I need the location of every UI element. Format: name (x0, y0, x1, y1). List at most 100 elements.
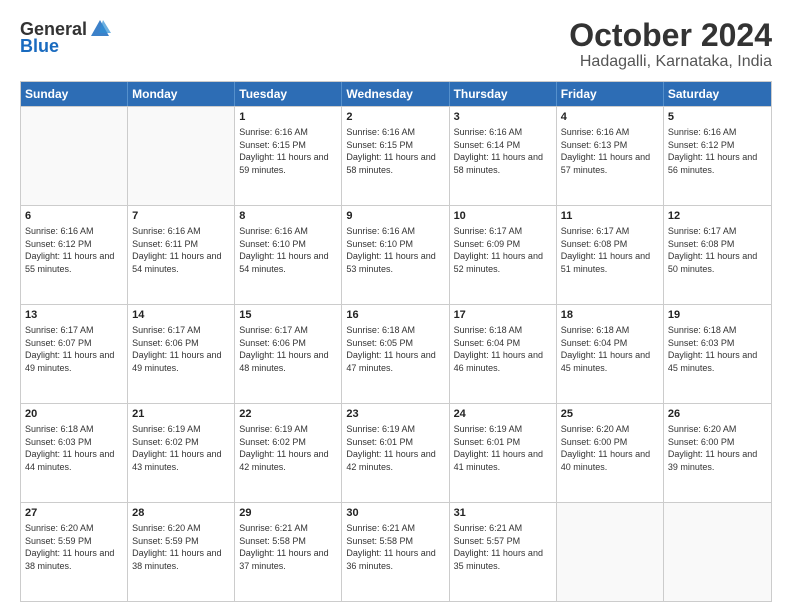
table-row: 17Sunrise: 6:18 AMSunset: 6:04 PMDayligh… (450, 305, 557, 403)
day-number: 26 (668, 407, 767, 422)
day-number: 13 (25, 308, 123, 323)
table-row: 24Sunrise: 6:19 AMSunset: 6:01 PMDayligh… (450, 404, 557, 502)
month-title: October 2024 (569, 18, 772, 53)
cell-info: Sunrise: 6:20 AMSunset: 5:59 PMDaylight:… (25, 522, 123, 572)
day-number: 14 (132, 308, 230, 323)
table-row: 19Sunrise: 6:18 AMSunset: 6:03 PMDayligh… (664, 305, 771, 403)
logo-icon (89, 18, 111, 40)
cell-info: Sunrise: 6:19 AMSunset: 6:02 PMDaylight:… (239, 423, 337, 473)
day-number: 23 (346, 407, 444, 422)
day-number: 3 (454, 110, 552, 125)
cell-info: Sunrise: 6:17 AMSunset: 6:09 PMDaylight:… (454, 225, 552, 275)
cell-info: Sunrise: 6:18 AMSunset: 6:03 PMDaylight:… (668, 324, 767, 374)
table-row: 1Sunrise: 6:16 AMSunset: 6:15 PMDaylight… (235, 107, 342, 205)
table-row (557, 503, 664, 601)
table-row: 21Sunrise: 6:19 AMSunset: 6:02 PMDayligh… (128, 404, 235, 502)
table-row: 8Sunrise: 6:16 AMSunset: 6:10 PMDaylight… (235, 206, 342, 304)
cell-info: Sunrise: 6:19 AMSunset: 6:02 PMDaylight:… (132, 423, 230, 473)
day-number: 1 (239, 110, 337, 125)
day-number: 16 (346, 308, 444, 323)
header-thursday: Thursday (450, 82, 557, 106)
table-row: 5Sunrise: 6:16 AMSunset: 6:12 PMDaylight… (664, 107, 771, 205)
table-row: 11Sunrise: 6:17 AMSunset: 6:08 PMDayligh… (557, 206, 664, 304)
cell-info: Sunrise: 6:17 AMSunset: 6:07 PMDaylight:… (25, 324, 123, 374)
day-number: 15 (239, 308, 337, 323)
day-number: 22 (239, 407, 337, 422)
day-number: 18 (561, 308, 659, 323)
table-row: 16Sunrise: 6:18 AMSunset: 6:05 PMDayligh… (342, 305, 449, 403)
day-number: 20 (25, 407, 123, 422)
cell-info: Sunrise: 6:16 AMSunset: 6:11 PMDaylight:… (132, 225, 230, 275)
page: General Blue October 2024 Hadagalli, Kar… (0, 0, 792, 612)
day-number: 8 (239, 209, 337, 224)
day-number: 24 (454, 407, 552, 422)
calendar-header: Sunday Monday Tuesday Wednesday Thursday… (21, 82, 771, 106)
day-number: 29 (239, 506, 337, 521)
day-number: 19 (668, 308, 767, 323)
table-row: 31Sunrise: 6:21 AMSunset: 5:57 PMDayligh… (450, 503, 557, 601)
cell-info: Sunrise: 6:21 AMSunset: 5:57 PMDaylight:… (454, 522, 552, 572)
calendar: Sunday Monday Tuesday Wednesday Thursday… (20, 81, 772, 602)
table-row: 26Sunrise: 6:20 AMSunset: 6:00 PMDayligh… (664, 404, 771, 502)
table-row: 4Sunrise: 6:16 AMSunset: 6:13 PMDaylight… (557, 107, 664, 205)
cell-info: Sunrise: 6:16 AMSunset: 6:14 PMDaylight:… (454, 126, 552, 176)
cell-info: Sunrise: 6:17 AMSunset: 6:06 PMDaylight:… (239, 324, 337, 374)
cell-info: Sunrise: 6:20 AMSunset: 5:59 PMDaylight:… (132, 522, 230, 572)
table-row: 12Sunrise: 6:17 AMSunset: 6:08 PMDayligh… (664, 206, 771, 304)
table-row: 20Sunrise: 6:18 AMSunset: 6:03 PMDayligh… (21, 404, 128, 502)
table-row (21, 107, 128, 205)
cell-info: Sunrise: 6:16 AMSunset: 6:15 PMDaylight:… (346, 126, 444, 176)
header-monday: Monday (128, 82, 235, 106)
header-saturday: Saturday (664, 82, 771, 106)
day-number: 5 (668, 110, 767, 125)
cell-info: Sunrise: 6:16 AMSunset: 6:10 PMDaylight:… (239, 225, 337, 275)
cal-row-2: 6Sunrise: 6:16 AMSunset: 6:12 PMDaylight… (21, 205, 771, 304)
table-row: 2Sunrise: 6:16 AMSunset: 6:15 PMDaylight… (342, 107, 449, 205)
table-row (664, 503, 771, 601)
table-row: 25Sunrise: 6:20 AMSunset: 6:00 PMDayligh… (557, 404, 664, 502)
cell-info: Sunrise: 6:17 AMSunset: 6:08 PMDaylight:… (561, 225, 659, 275)
day-number: 11 (561, 209, 659, 224)
cell-info: Sunrise: 6:21 AMSunset: 5:58 PMDaylight:… (239, 522, 337, 572)
day-number: 2 (346, 110, 444, 125)
cell-info: Sunrise: 6:18 AMSunset: 6:03 PMDaylight:… (25, 423, 123, 473)
cell-info: Sunrise: 6:18 AMSunset: 6:04 PMDaylight:… (561, 324, 659, 374)
table-row: 30Sunrise: 6:21 AMSunset: 5:58 PMDayligh… (342, 503, 449, 601)
cell-info: Sunrise: 6:16 AMSunset: 6:13 PMDaylight:… (561, 126, 659, 176)
table-row: 14Sunrise: 6:17 AMSunset: 6:06 PMDayligh… (128, 305, 235, 403)
table-row: 27Sunrise: 6:20 AMSunset: 5:59 PMDayligh… (21, 503, 128, 601)
table-row: 28Sunrise: 6:20 AMSunset: 5:59 PMDayligh… (128, 503, 235, 601)
table-row: 7Sunrise: 6:16 AMSunset: 6:11 PMDaylight… (128, 206, 235, 304)
table-row: 29Sunrise: 6:21 AMSunset: 5:58 PMDayligh… (235, 503, 342, 601)
calendar-body: 1Sunrise: 6:16 AMSunset: 6:15 PMDaylight… (21, 106, 771, 601)
header-sunday: Sunday (21, 82, 128, 106)
day-number: 10 (454, 209, 552, 224)
day-number: 9 (346, 209, 444, 224)
location-title: Hadagalli, Karnataka, India (569, 53, 772, 71)
header-tuesday: Tuesday (235, 82, 342, 106)
header-friday: Friday (557, 82, 664, 106)
logo-blue: Blue (20, 36, 59, 57)
cal-row-1: 1Sunrise: 6:16 AMSunset: 6:15 PMDaylight… (21, 106, 771, 205)
cell-info: Sunrise: 6:19 AMSunset: 6:01 PMDaylight:… (454, 423, 552, 473)
cell-info: Sunrise: 6:16 AMSunset: 6:15 PMDaylight:… (239, 126, 337, 176)
cell-info: Sunrise: 6:20 AMSunset: 6:00 PMDaylight:… (561, 423, 659, 473)
table-row: 6Sunrise: 6:16 AMSunset: 6:12 PMDaylight… (21, 206, 128, 304)
day-number: 25 (561, 407, 659, 422)
table-row: 3Sunrise: 6:16 AMSunset: 6:14 PMDaylight… (450, 107, 557, 205)
cal-row-5: 27Sunrise: 6:20 AMSunset: 5:59 PMDayligh… (21, 502, 771, 601)
table-row: 18Sunrise: 6:18 AMSunset: 6:04 PMDayligh… (557, 305, 664, 403)
cell-info: Sunrise: 6:18 AMSunset: 6:05 PMDaylight:… (346, 324, 444, 374)
day-number: 30 (346, 506, 444, 521)
cell-info: Sunrise: 6:21 AMSunset: 5:58 PMDaylight:… (346, 522, 444, 572)
title-block: October 2024 Hadagalli, Karnataka, India (569, 18, 772, 71)
cal-row-3: 13Sunrise: 6:17 AMSunset: 6:07 PMDayligh… (21, 304, 771, 403)
cell-info: Sunrise: 6:17 AMSunset: 6:08 PMDaylight:… (668, 225, 767, 275)
logo: General Blue (20, 18, 111, 57)
cell-info: Sunrise: 6:19 AMSunset: 6:01 PMDaylight:… (346, 423, 444, 473)
header: General Blue October 2024 Hadagalli, Kar… (20, 18, 772, 71)
cal-row-4: 20Sunrise: 6:18 AMSunset: 6:03 PMDayligh… (21, 403, 771, 502)
day-number: 6 (25, 209, 123, 224)
table-row: 22Sunrise: 6:19 AMSunset: 6:02 PMDayligh… (235, 404, 342, 502)
cell-info: Sunrise: 6:20 AMSunset: 6:00 PMDaylight:… (668, 423, 767, 473)
